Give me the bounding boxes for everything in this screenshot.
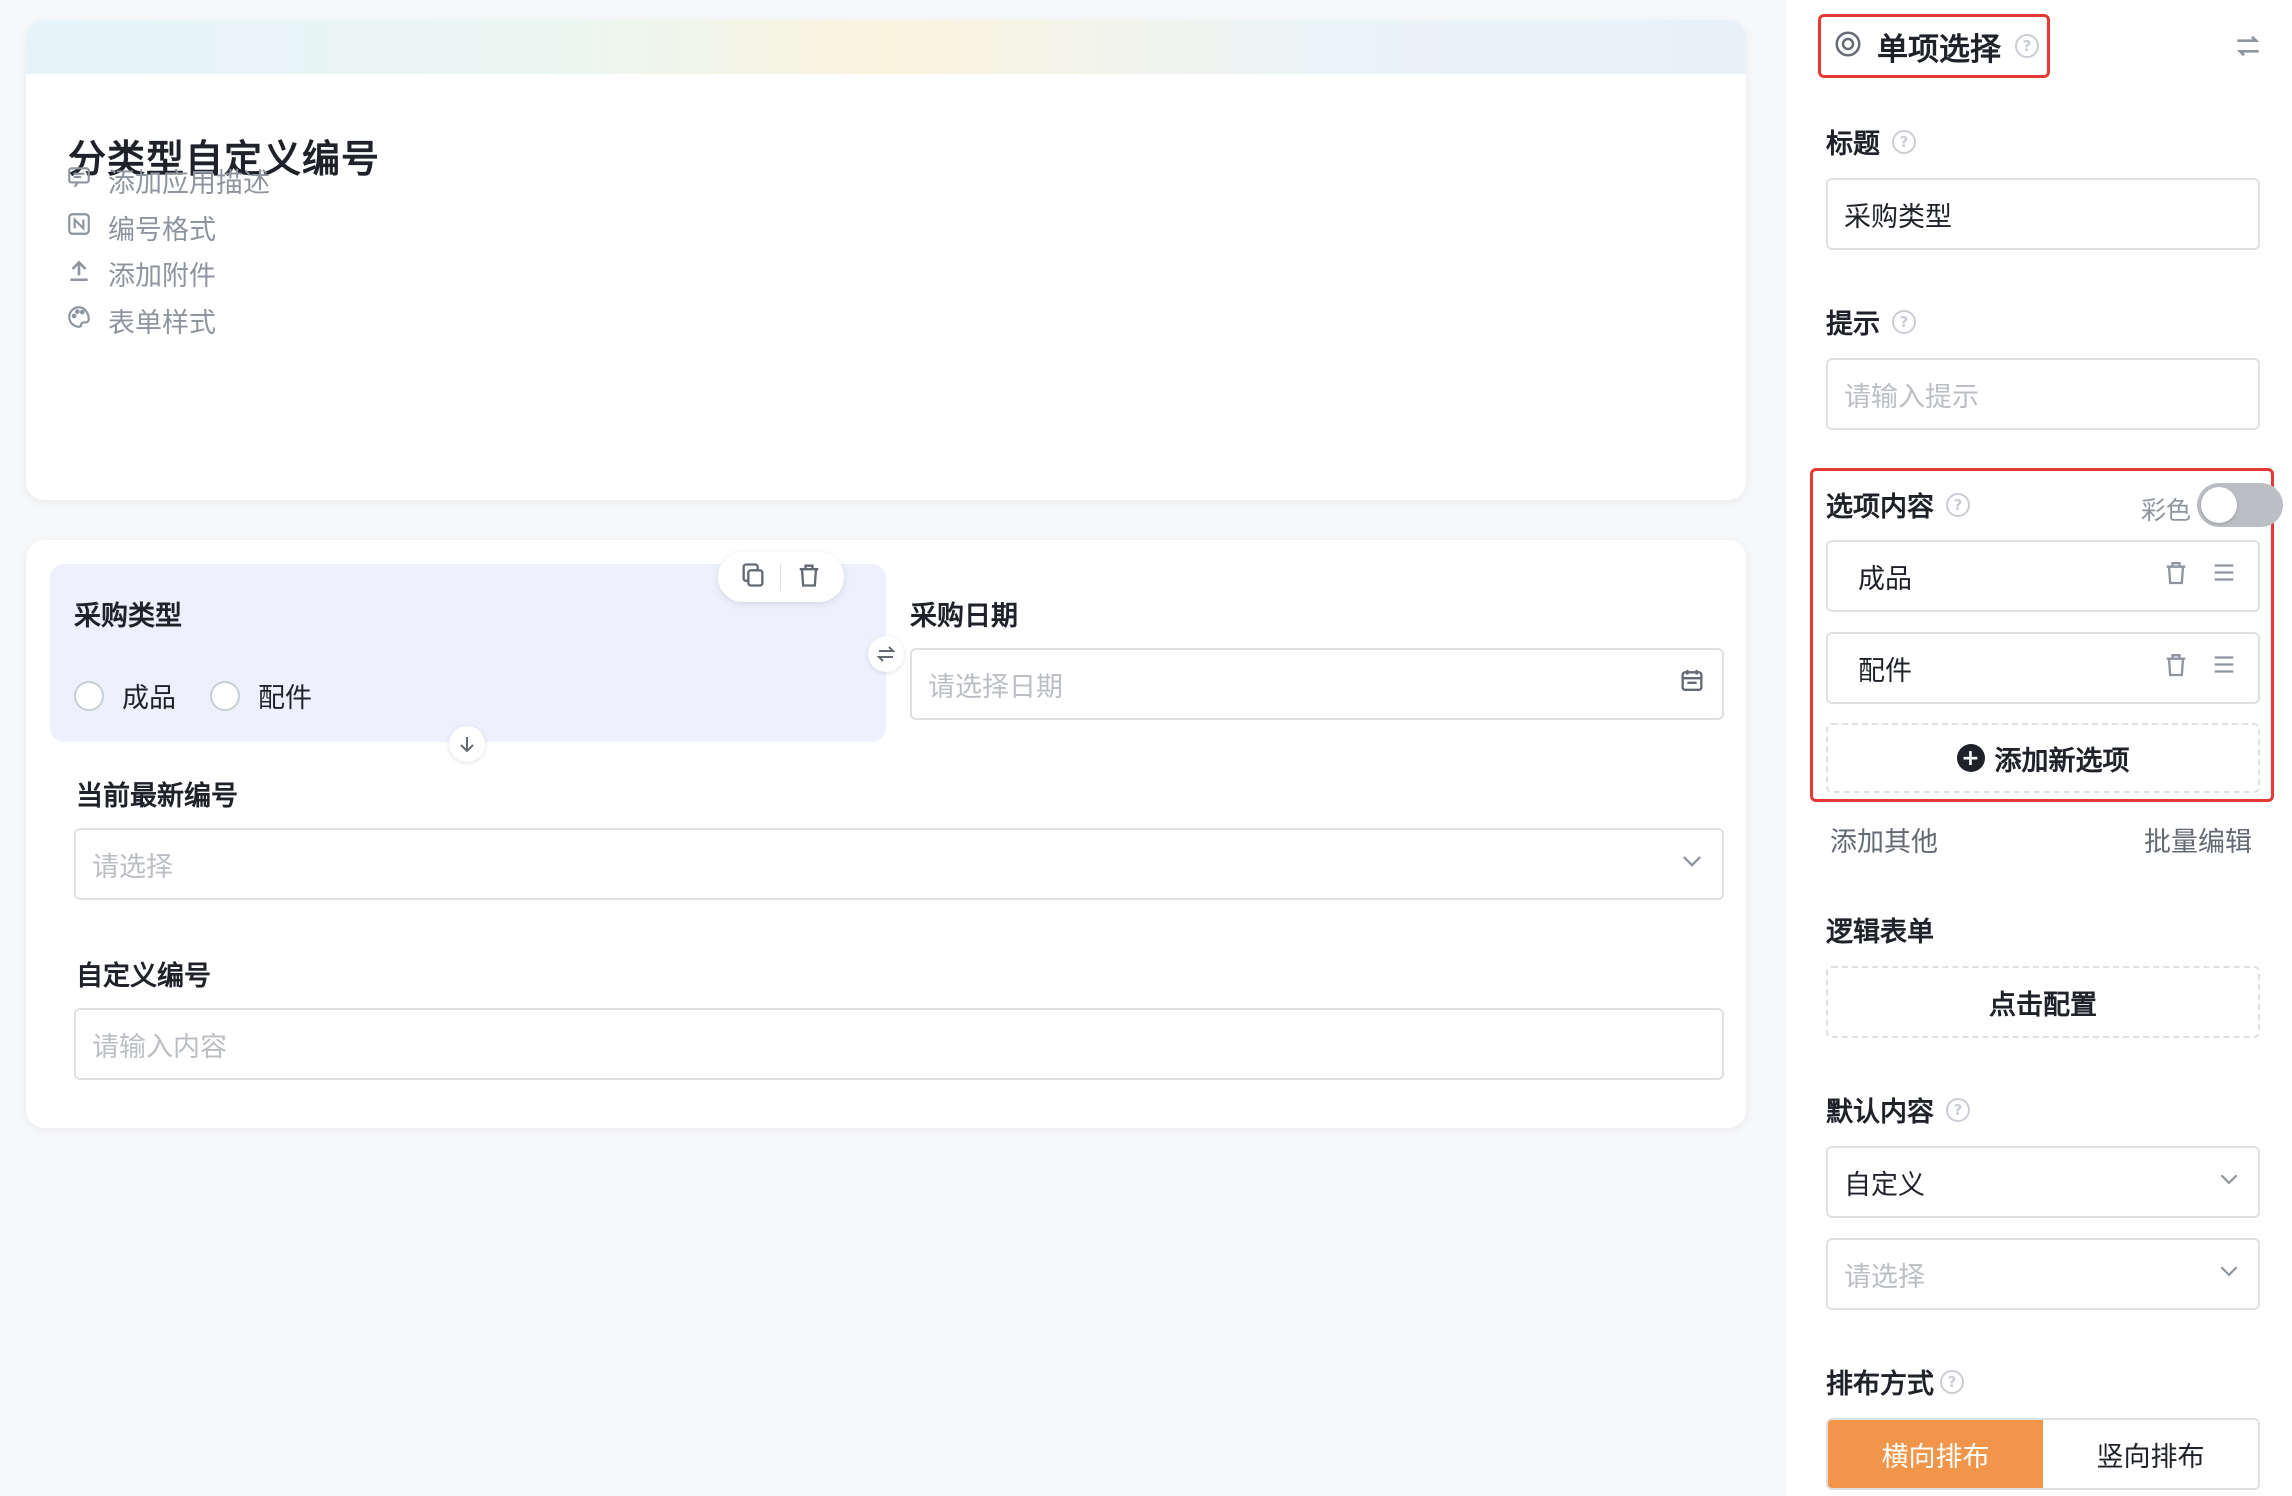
configure-logic-button[interactable]: 点击配置 <box>1826 966 2260 1038</box>
hint-label-row: 提示 ? <box>1826 302 1916 341</box>
purchase-date-input[interactable]: 请选择日期 <box>910 648 1724 720</box>
purchase-type-label: 采购类型 <box>74 601 182 632</box>
hint-label: 提示 <box>1826 309 1880 340</box>
chevron-down-icon <box>2216 1166 2242 1199</box>
number-format-label: 编号格式 <box>108 214 216 246</box>
header-gradient <box>26 20 1746 74</box>
color-toggle[interactable] <box>2197 483 2283 527</box>
arrow-down-icon[interactable] <box>449 726 485 762</box>
purchase-type-radio-group: 成品 配件 <box>74 676 346 715</box>
upload-icon <box>66 257 92 290</box>
logic-form-label-row: 逻辑表单 <box>1826 910 1934 949</box>
copy-icon[interactable] <box>739 561 767 593</box>
chevron-down-icon <box>2216 1258 2242 1291</box>
hint-input[interactable]: 请输入提示 <box>1826 358 2260 430</box>
color-toggle-label: 彩色 <box>2141 496 2192 525</box>
form-style-label: 表单样式 <box>108 307 216 339</box>
add-attachment-label: 添加附件 <box>108 260 216 292</box>
radio-target-icon <box>1833 29 1863 63</box>
field-type-title: 单项选择 <box>1877 31 2001 68</box>
radio-option-finished[interactable]: 成品 <box>74 676 176 715</box>
add-attachment-row[interactable]: 添加附件 <box>66 253 216 293</box>
field-type-header: 单项选择 ? <box>1818 14 2050 78</box>
properties-panel: 单项选择 ? 标题 ? 采购类型 提示 ? 请输入提示 选项内容 ? 彩色 成品… <box>1786 0 2292 1496</box>
hint-placeholder: 请输入提示 <box>1844 381 1979 413</box>
radio-option-label: 成品 <box>122 683 176 714</box>
toolbar-divider <box>780 564 782 590</box>
form-style-row[interactable]: 表单样式 <box>66 300 216 340</box>
help-icon[interactable]: ? <box>2015 34 2039 58</box>
purchase-date-placeholder: 请选择日期 <box>928 671 1063 703</box>
option-row[interactable]: 成品 <box>1826 540 2260 612</box>
help-icon[interactable]: ? <box>1892 129 1916 154</box>
help-icon[interactable]: ? <box>1940 1369 1964 1394</box>
trash-icon[interactable] <box>2162 651 2190 686</box>
comment-icon <box>66 164 92 197</box>
layout-label-row: 排布方式 ? <box>1826 1362 1964 1401</box>
latest-number-select[interactable]: 请选择 <box>74 828 1724 900</box>
option-row[interactable]: 配件 <box>1826 632 2260 704</box>
default-type-select[interactable]: 自定义 <box>1826 1146 2260 1218</box>
title-label: 标题 <box>1826 129 1880 160</box>
help-icon[interactable]: ? <box>1892 309 1916 334</box>
trash-icon[interactable] <box>2162 559 2190 594</box>
chevron-down-icon <box>1678 847 1706 882</box>
field-toolbar <box>718 552 844 602</box>
logic-form-label: 逻辑表单 <box>1826 917 1934 948</box>
trash-icon[interactable] <box>795 561 823 593</box>
number-format-icon <box>66 211 92 244</box>
toggle-knob <box>2201 487 2237 523</box>
default-value-select[interactable]: 请选择 <box>1826 1238 2260 1310</box>
option-value: 成品 <box>1858 563 1912 595</box>
drag-handle-icon[interactable] <box>2210 651 2238 686</box>
add-option-button[interactable]: + 添加新选项 <box>1826 723 2260 793</box>
add-description-row[interactable]: 添加应用描述 <box>66 160 270 200</box>
batch-edit-link[interactable]: 批量编辑 <box>2144 820 2252 859</box>
form-card: 采购类型 成品 配件 采购日期 请选择日期 当前最新编号 请选择 自定义编号 请… <box>26 540 1746 1128</box>
number-format-row[interactable]: 编号格式 <box>66 207 216 247</box>
default-type-value: 自定义 <box>1844 1169 1925 1201</box>
layout-segmented-control: 横向排布 竖向排布 <box>1826 1418 2260 1490</box>
layout-label: 排布方式 <box>1826 1369 1934 1400</box>
app-stage: 分类型自定义编号 添加应用描述 编号格式 添加附件 表单样式 采购类型 成品 配… <box>0 0 2292 1496</box>
title-value: 采购类型 <box>1844 201 1952 233</box>
custom-number-input[interactable]: 请输入内容 <box>74 1008 1724 1080</box>
default-content-label-row: 默认内容 ? <box>1826 1090 1970 1129</box>
add-other-link[interactable]: 添加其他 <box>1830 820 1938 859</box>
add-description-label: 添加应用描述 <box>108 167 270 199</box>
default-content-label: 默认内容 <box>1826 1097 1934 1128</box>
app-info-card: 分类型自定义编号 添加应用描述 编号格式 添加附件 表单样式 <box>26 20 1746 500</box>
calendar-icon[interactable] <box>1678 667 1706 702</box>
help-icon[interactable]: ? <box>1946 492 1970 517</box>
switch-type-icon[interactable] <box>2232 30 2264 62</box>
plus-circle-icon: + <box>1956 744 1985 772</box>
custom-number-label: 自定义编号 <box>76 961 211 992</box>
default-value-placeholder: 请选择 <box>1844 1261 1925 1293</box>
radio-option-parts[interactable]: 配件 <box>210 676 312 715</box>
radio-circle[interactable] <box>74 680 104 711</box>
latest-number-placeholder: 请选择 <box>92 851 173 883</box>
radio-circle[interactable] <box>210 680 240 711</box>
options-content-section: 选项内容 ? 彩色 成品 配件 + 添加新选项 <box>1810 468 2283 802</box>
help-icon[interactable]: ? <box>1946 1097 1970 1122</box>
add-option-label: 添加新选项 <box>1994 745 2130 777</box>
options-label-row: 选项内容 ? <box>1826 485 1970 524</box>
options-label: 选项内容 <box>1826 492 1934 523</box>
custom-number-placeholder: 请输入内容 <box>92 1031 227 1063</box>
title-input[interactable]: 采购类型 <box>1826 178 2260 250</box>
option-value: 配件 <box>1858 655 1912 687</box>
layout-horizontal-option[interactable]: 横向排布 <box>1828 1420 2043 1488</box>
swap-horizontal-icon[interactable] <box>868 636 904 672</box>
purchase-date-label: 采购日期 <box>910 601 1018 632</box>
layout-vertical-option[interactable]: 竖向排布 <box>2043 1420 2258 1488</box>
palette-icon <box>66 304 92 337</box>
title-label-row: 标题 ? <box>1826 122 1916 161</box>
radio-option-label: 配件 <box>258 683 312 714</box>
drag-handle-icon[interactable] <box>2210 559 2238 594</box>
latest-number-label: 当前最新编号 <box>76 781 238 812</box>
